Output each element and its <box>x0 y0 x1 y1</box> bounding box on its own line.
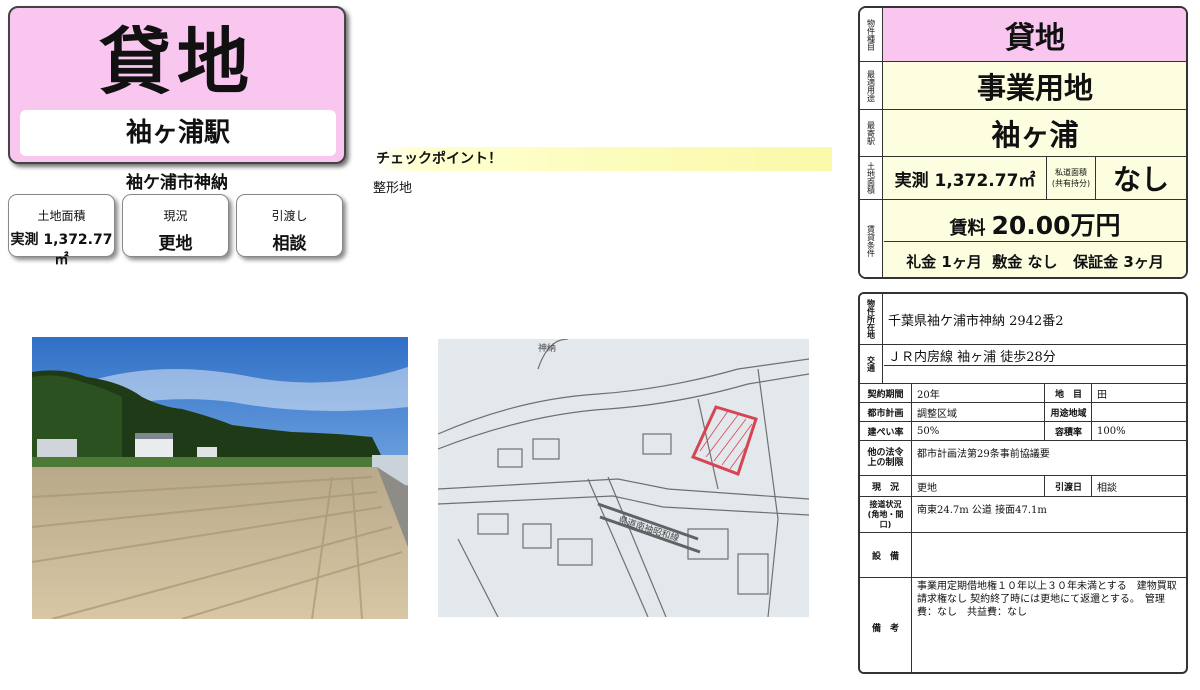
spec-summary-table: 物件種目 貸地 最適用途 事業用地 最寄駅 袖ヶ浦 土地面積 実測 1,372.… <box>858 6 1188 279</box>
spec-row-area: 土地面積 実測 1,372.77㎡ 私道面積 (共有持分) なし <box>860 157 1186 200</box>
detail-contract-label: 契約期間 <box>860 384 912 402</box>
detail-status-value: 更地 <box>913 476 1045 496</box>
info-label-area: 土地面積 <box>37 209 86 223</box>
detail-land-category-value: 田 <box>1097 389 1107 401</box>
spec-private-road-label-cell: 私道面積 (共有持分) <box>1046 157 1096 199</box>
detail-handover-value: 相談 <box>1097 482 1117 494</box>
spec-type-label: 物件種目 <box>860 8 883 61</box>
checkpoint-text: 整形地 <box>373 181 413 196</box>
spec-use-value: 事業用地 <box>976 70 1093 105</box>
site-map: 県道南袖昭和線 神納 <box>438 339 809 617</box>
detail-law-label: 他の法令上の制限 <box>860 441 912 475</box>
property-type-title: 貸地 <box>98 20 255 104</box>
detail-far-value: 100% <box>1097 425 1126 437</box>
spec-rent-prefix: 賃料 <box>949 218 986 239</box>
spec-rent-value: 20.00万円 <box>991 211 1121 240</box>
spec-area-label: 土地面積 <box>860 157 883 199</box>
detail-remarks-value: 事業用定期借地権１０年以上３０年未満とする 建物買取請求権なし 契約終了時には更… <box>917 581 1177 618</box>
station-name: 袖ヶ浦駅 <box>20 110 336 156</box>
spec-row-use: 最適用途 事業用地 <box>860 62 1186 110</box>
detail-contract-value: 20年 <box>913 384 1045 402</box>
info-label-handover: 引渡し <box>271 209 308 223</box>
spec-row-type: 物件種目 貸地 <box>860 8 1186 62</box>
info-value-area: 実測 1,372.77㎡ <box>10 232 113 268</box>
spec-type-value: 貸地 <box>1005 20 1065 56</box>
spec-station-value: 袖ヶ浦 <box>991 118 1079 152</box>
spec-station-label: 最寄駅 <box>860 110 883 156</box>
spec-row-lease: 賃貸条件 賃料 20.00万円 礼金 1ヶ月 敷金 なし 保証金 3ヶ月 <box>860 200 1186 277</box>
detail-land-category-label: 地 目 <box>1046 384 1092 402</box>
checkpoint-heading: チェックポイント！ <box>372 147 832 171</box>
property-detail-table: 物件所在地 千葉県袖ケ浦市神納 2942番2 交通 ＪＲ内房線 袖ヶ浦 徒歩28… <box>858 292 1188 674</box>
info-value-handover: 相談 <box>272 234 307 254</box>
detail-zoning-label: 用途地域 <box>1046 403 1092 421</box>
site-photo <box>32 337 408 619</box>
detail-bcr-label: 建ぺい率 <box>860 422 912 440</box>
spec-lease-label: 賃貸条件 <box>860 200 883 277</box>
spec-area-value: 実測 1,372.77㎡ <box>894 170 1036 191</box>
spec-row-station: 最寄駅 袖ヶ浦 <box>860 110 1186 157</box>
info-box-status: 現況 更地 <box>122 194 229 257</box>
detail-road-value: 南東24.7m 公道 接面47.1m <box>917 505 1047 516</box>
detail-far-label: 容積率 <box>1046 422 1092 440</box>
detail-location-value: 千葉県袖ケ浦市神納 2942番2 <box>888 313 1064 329</box>
detail-city-plan-value: 調整区域 <box>913 403 1045 421</box>
detail-handover-label: 引渡日 <box>1046 476 1092 496</box>
spec-private-road-value: なし <box>1112 163 1169 196</box>
info-label-status: 現況 <box>163 209 188 223</box>
detail-law-value: 都市計画法第29条事前協議要 <box>917 449 1050 460</box>
detail-location-label: 物件所在地 <box>860 294 883 344</box>
spec-lease-terms: 礼金 1ヶ月 敷金 なし 保証金 3ヶ月 <box>906 253 1164 271</box>
detail-status-label: 現 況 <box>860 476 912 496</box>
spec-private-road-sub: (共有持分) <box>1051 179 1091 188</box>
spec-use-label: 最適用途 <box>860 62 883 109</box>
spec-private-road-label: 私道面積 <box>1055 168 1087 177</box>
detail-facility-label: 設 備 <box>860 533 912 577</box>
spec-rent: 賃料 20.00万円 <box>884 200 1186 242</box>
title-card: 貸地 袖ヶ浦駅 <box>8 6 346 164</box>
detail-transport-value: ＪＲ内房線 袖ヶ浦 徒歩28分 <box>888 349 1056 365</box>
info-box-handover: 引渡し 相談 <box>236 194 343 257</box>
detail-facility-value <box>913 533 1186 577</box>
detail-zoning-value <box>1093 403 1186 421</box>
detail-transport-label: 交通 <box>860 345 883 383</box>
detail-road-label: 接道状況(角地・間口) <box>860 497 912 532</box>
detail-remarks-label: 備 考 <box>860 578 912 672</box>
detail-bcr-value: 50% <box>913 422 1045 440</box>
address-short: 袖ケ浦市神納 <box>126 173 228 193</box>
info-value-status: 更地 <box>158 234 193 254</box>
detail-city-plan-label: 都市計画 <box>860 403 912 421</box>
info-box-area: 土地面積 実測 1,372.77㎡ <box>8 194 115 268</box>
